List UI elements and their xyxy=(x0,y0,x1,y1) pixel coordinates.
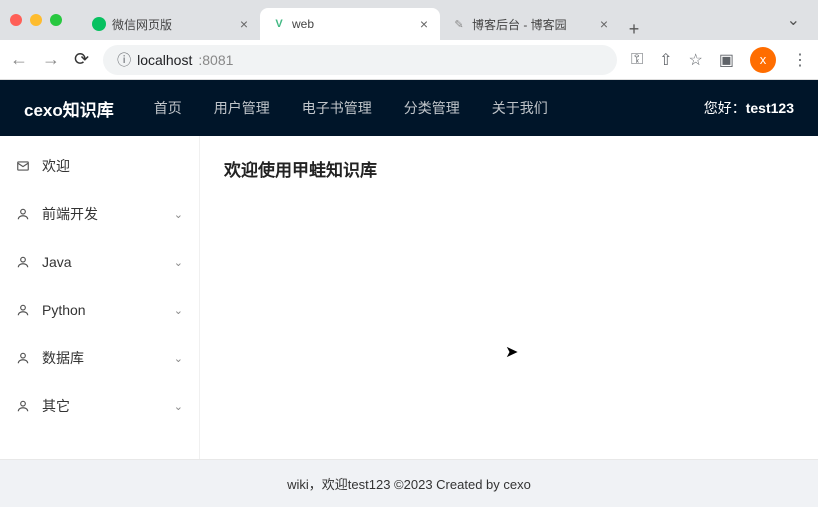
window-controls xyxy=(10,14,62,26)
share-icon[interactable]: ⇧ xyxy=(659,50,672,70)
tab-web[interactable]: V web × xyxy=(260,8,440,40)
sidebar-item-label: 欢迎 xyxy=(42,156,183,176)
brand-title: cexo知识库 xyxy=(24,96,114,121)
new-tab-button[interactable]: + xyxy=(620,19,648,40)
key-icon[interactable]: ⚿ xyxy=(631,51,643,69)
nav-about[interactable]: 关于我们 xyxy=(492,98,548,118)
url-port: :8081 xyxy=(198,52,233,68)
close-tab-icon[interactable]: × xyxy=(240,16,248,32)
user-icon xyxy=(16,207,32,221)
sidebar-item-label: 前端开发 xyxy=(42,204,174,224)
minimize-window-button[interactable] xyxy=(30,14,42,26)
back-button[interactable]: ← xyxy=(10,49,28,70)
side-panel-icon[interactable]: ▣ xyxy=(719,50,734,70)
app-body: 欢迎 前端开发 ⌄ Java ⌄ Python ⌄ 数据库 ⌄ xyxy=(0,136,818,459)
sidebar-item-java[interactable]: Java ⌄ xyxy=(0,238,199,286)
chevron-down-icon: ⌄ xyxy=(174,352,183,365)
mail-icon xyxy=(16,159,32,173)
cnblogs-favicon-icon: ✎ xyxy=(452,17,466,31)
user-greeting: 您好：test123 xyxy=(704,98,794,118)
app-root: cexo知识库 首页 用户管理 电子书管理 分类管理 关于我们 您好：test1… xyxy=(0,80,818,507)
sidebar-item-welcome[interactable]: 欢迎 xyxy=(0,142,199,190)
site-info-icon[interactable]: ⓘ xyxy=(117,50,131,70)
tab-cnblogs[interactable]: ✎ 博客后台 - 博客园 × xyxy=(440,8,620,40)
forward-button[interactable]: → xyxy=(42,49,60,70)
tab-wechat[interactable]: 微信网页版 × xyxy=(80,8,260,40)
content-heading: 欢迎使用甲蛙知识库 xyxy=(224,156,794,181)
bookmark-icon[interactable]: ☆ xyxy=(689,50,703,70)
greeting-prefix: 您好： xyxy=(704,100,746,116)
app-header: cexo知识库 首页 用户管理 电子书管理 分类管理 关于我们 您好：test1… xyxy=(0,80,818,136)
main-nav: 首页 用户管理 电子书管理 分类管理 关于我们 xyxy=(154,98,548,118)
nav-categories[interactable]: 分类管理 xyxy=(404,98,460,118)
toolbar-actions: ⚿ ⇧ ☆ ▣ x ⋮ xyxy=(631,47,808,73)
tabs-container: 微信网页版 × V web × ✎ 博客后台 - 博客园 × + xyxy=(80,0,771,40)
menu-icon[interactable]: ⋮ xyxy=(792,50,808,70)
nav-home[interactable]: 首页 xyxy=(154,98,182,118)
sidebar-item-label: Java xyxy=(42,254,174,270)
nav-ebooks[interactable]: 电子书管理 xyxy=(302,98,372,118)
user-icon xyxy=(16,399,32,413)
browser-tab-strip: 微信网页版 × V web × ✎ 博客后台 - 博客园 × + ⌄ xyxy=(0,0,818,40)
chevron-down-icon: ⌄ xyxy=(174,400,183,413)
greeting-username: test123 xyxy=(746,100,794,116)
user-icon xyxy=(16,303,32,317)
sidebar: 欢迎 前端开发 ⌄ Java ⌄ Python ⌄ 数据库 ⌄ xyxy=(0,136,200,459)
wechat-favicon-icon xyxy=(92,17,106,31)
sidebar-item-python[interactable]: Python ⌄ xyxy=(0,286,199,334)
tab-title: web xyxy=(292,17,414,31)
chevron-down-icon: ⌄ xyxy=(174,256,183,269)
vue-favicon-icon: V xyxy=(272,17,286,31)
reload-button[interactable]: ⟳ xyxy=(74,49,89,70)
app-footer: wiki，欢迎test123 ©2023 Created by cexo xyxy=(0,459,818,507)
close-tab-icon[interactable]: × xyxy=(600,16,608,32)
sidebar-item-other[interactable]: 其它 ⌄ xyxy=(0,382,199,430)
nav-users[interactable]: 用户管理 xyxy=(214,98,270,118)
address-bar[interactable]: ⓘ localhost :8081 xyxy=(103,45,617,75)
tab-title: 博客后台 - 博客园 xyxy=(472,16,594,33)
chevron-down-icon: ⌄ xyxy=(174,208,183,221)
url-host: localhost xyxy=(137,52,192,68)
footer-text: wiki，欢迎test123 ©2023 Created by cexo xyxy=(287,477,531,492)
sidebar-item-database[interactable]: 数据库 ⌄ xyxy=(0,334,199,382)
sidebar-item-label: 数据库 xyxy=(42,348,174,368)
maximize-window-button[interactable] xyxy=(50,14,62,26)
chevron-down-icon: ⌄ xyxy=(174,304,183,317)
browser-toolbar: ← → ⟳ ⓘ localhost :8081 ⚿ ⇧ ☆ ▣ x ⋮ xyxy=(0,40,818,80)
main-content: 欢迎使用甲蛙知识库 xyxy=(200,136,818,459)
user-icon xyxy=(16,351,32,365)
user-icon xyxy=(16,255,32,269)
close-window-button[interactable] xyxy=(10,14,22,26)
sidebar-item-label: Python xyxy=(42,302,174,318)
profile-avatar[interactable]: x xyxy=(750,47,776,73)
sidebar-item-frontend[interactable]: 前端开发 ⌄ xyxy=(0,190,199,238)
tab-title: 微信网页版 xyxy=(112,16,234,33)
tab-list-dropdown-icon[interactable]: ⌄ xyxy=(779,10,808,30)
sidebar-item-label: 其它 xyxy=(42,396,174,416)
close-tab-icon[interactable]: × xyxy=(420,16,428,32)
